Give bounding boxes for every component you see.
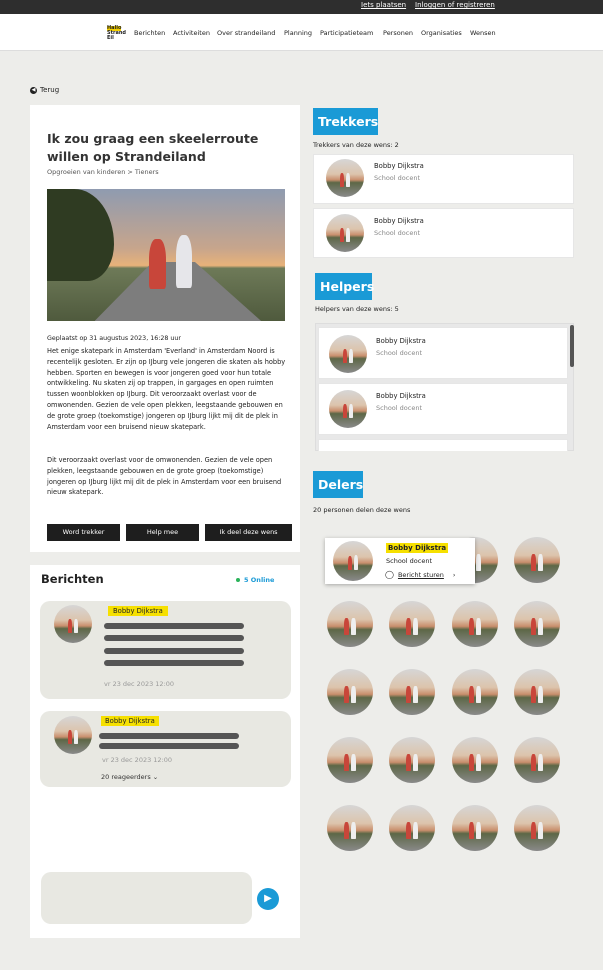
person-name: Bobby Dijkstra (374, 162, 424, 170)
help-button[interactable]: Help mee (126, 524, 199, 541)
message-date: vr 23 dec 2023 12:00 (104, 680, 175, 688)
sharer-avatar[interactable] (389, 737, 435, 783)
delers-caption: 20 personen delen deze wens (313, 506, 411, 514)
message-author[interactable]: Bobby Dijkstra (101, 716, 159, 726)
sharer-avatar[interactable] (452, 601, 498, 647)
logo[interactable]: Hallo Strand Eil (107, 26, 129, 42)
nav-personen[interactable]: Personen (383, 29, 413, 37)
chat-bubble-icon: ◯ (385, 570, 394, 579)
trekkers-caption: Trekkers van deze wens: 2 (313, 141, 399, 149)
login-link[interactable]: Inloggen of registreren (415, 1, 495, 9)
helpers-heading: Helpers (315, 273, 374, 300)
avatar (326, 159, 364, 197)
person-role: School docent (374, 174, 420, 182)
wish-paragraph-1: Het enige skatepark in Amsterdam 'Everla… (47, 347, 286, 431)
post-link[interactable]: Iets plaatsen (361, 1, 406, 9)
replies-toggle[interactable]: 20 reageerders ⌄ (101, 773, 158, 781)
helpers-caption: Helpers van deze wens: 5 (315, 305, 399, 313)
sharer-avatar[interactable] (389, 669, 435, 715)
sharer-avatar[interactable] (389, 601, 435, 647)
person-name: Bobby Dijkstra (376, 392, 426, 400)
nav-activiteiten[interactable]: Activiteiten (173, 29, 210, 37)
message-author[interactable]: Bobby Dijkstra (108, 606, 168, 616)
send-icon[interactable]: ▶ (257, 888, 279, 910)
message-line (104, 648, 244, 654)
top-bar: Iets plaatsen Inloggen of registreren (0, 0, 603, 14)
avatar (326, 214, 364, 252)
sharer-avatar[interactable] (452, 737, 498, 783)
sharer-avatar[interactable] (514, 669, 560, 715)
sharer-avatar[interactable] (389, 805, 435, 851)
send-message-link[interactable]: ◯ Bericht sturen › (385, 570, 456, 579)
wish-paragraph-2: Dit veroorzaakt overlast voor de omwonen… (47, 456, 282, 497)
person-role: School docent (376, 349, 422, 357)
sharer-avatar[interactable] (327, 805, 373, 851)
person-name: Bobby Dijkstra (374, 217, 424, 225)
person-role: School docent (374, 229, 420, 237)
message-date: vr 23 dec 2023 12:00 (102, 756, 173, 764)
wish-photo (47, 189, 285, 321)
person-popup: Bobby Dijkstra School docent ◯ Bericht s… (325, 538, 475, 584)
replies-count: 20 reageerders (101, 773, 151, 781)
message-line (104, 623, 244, 629)
become-puller-button[interactable]: Word trekker (47, 524, 120, 541)
message-line (104, 660, 244, 666)
avatar[interactable] (54, 605, 92, 643)
sharer-avatar[interactable] (327, 737, 373, 783)
person-card[interactable] (318, 439, 568, 451)
back-label: Terug (40, 86, 60, 94)
wish-title: Ik zou graag een skeelerroute willen op … (47, 131, 259, 164)
scrollbar[interactable] (570, 325, 574, 367)
message-line (99, 733, 239, 739)
back-link[interactable]: ◀ Terug (30, 86, 59, 94)
arrow-left-icon: ◀ (30, 86, 37, 94)
sharer-avatar[interactable] (514, 737, 560, 783)
person-role: School docent (376, 404, 422, 412)
main-nav: Hallo Strand Eil Berichten Activiteiten … (0, 14, 603, 51)
nav-participatieteam[interactable]: Participatieteam (320, 29, 373, 37)
person-name: Bobby Dijkstra (376, 337, 426, 345)
nav-over-strandeiland[interactable]: Over strandeiland (217, 29, 275, 37)
popup-role: School docent (386, 557, 432, 565)
message-line (99, 743, 239, 749)
nav-planning[interactable]: Planning (284, 29, 312, 37)
nav-organisaties[interactable]: Organisaties (421, 29, 462, 37)
share-wish-button[interactable]: Ik deel deze wens (205, 524, 292, 541)
delers-heading: Delers (313, 471, 363, 498)
sharer-avatar[interactable] (327, 669, 373, 715)
sharer-avatar[interactable] (452, 669, 498, 715)
trekkers-heading: Trekkers (313, 108, 378, 135)
messages-title: Berichten (41, 572, 104, 586)
nav-berichten[interactable]: Berichten (134, 29, 165, 37)
popup-name: Bobby Dijkstra (386, 543, 449, 553)
sharer-avatar[interactable] (514, 601, 560, 647)
avatar (329, 335, 367, 373)
online-dot-icon (236, 578, 240, 582)
online-count: 5 Online (244, 576, 275, 584)
chevron-down-icon: ⌄ (152, 773, 159, 781)
sharer-avatar[interactable] (452, 805, 498, 851)
posted-date: Geplaatst op 31 augustus 2023, 16:28 uur (47, 335, 181, 342)
nav-wensen[interactable]: Wensen (470, 29, 496, 37)
message-input[interactable] (41, 872, 252, 924)
chevron-right-icon: › (452, 570, 456, 579)
message-line (104, 635, 244, 641)
sharer-avatar[interactable] (514, 805, 560, 851)
sharer-avatar[interactable] (327, 601, 373, 647)
breadcrumb[interactable]: Opgroeien van kinderen > Tieners (47, 168, 159, 176)
avatar (333, 541, 373, 581)
sharer-avatar[interactable] (514, 537, 560, 583)
avatar (329, 390, 367, 428)
avatar[interactable] (54, 716, 92, 754)
